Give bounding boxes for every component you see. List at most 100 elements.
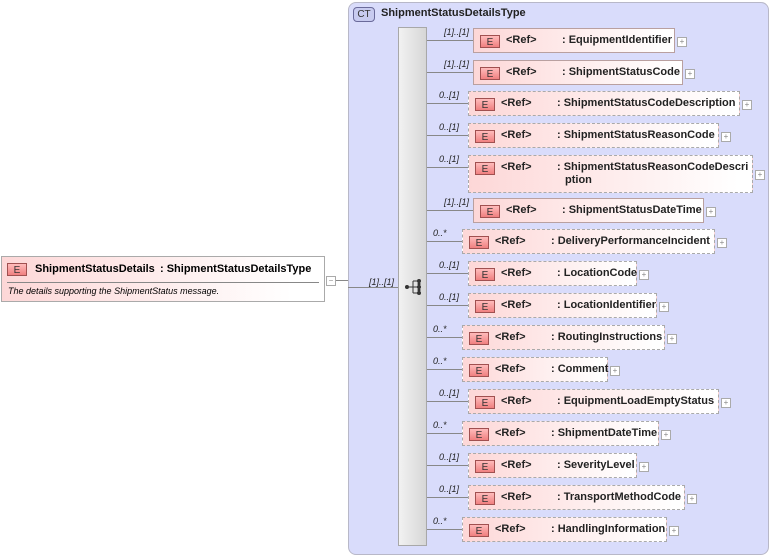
connector bbox=[427, 273, 468, 274]
element-name: : ShipmentStatusCode bbox=[562, 66, 680, 78]
child-element[interactable]: E <Ref> : LocationIdentifier bbox=[468, 293, 657, 318]
child-element[interactable]: E <Ref> : ShipmentStatusDateTime bbox=[473, 198, 704, 223]
cardinality: [1]..[1] bbox=[444, 197, 470, 207]
cardinality: 0..[1] bbox=[439, 260, 460, 270]
child-element[interactable]: E <Ref> : ShipmentStatusReasonCodeDescri… bbox=[468, 155, 753, 193]
element-badge: E bbox=[469, 332, 489, 345]
expand-icon[interactable]: + bbox=[717, 237, 727, 248]
root-cardinality: [1]..[1] bbox=[369, 277, 395, 287]
connector bbox=[427, 103, 468, 104]
child-element[interactable]: E <Ref> : HandlingInformation bbox=[462, 517, 667, 542]
root-element-name: ShipmentStatusDetails bbox=[35, 263, 155, 275]
element-badge: E bbox=[475, 268, 495, 281]
element-badge: E bbox=[480, 35, 500, 48]
child-element[interactable]: E <Ref> : TransportMethodCode bbox=[468, 485, 685, 510]
element-badge: E bbox=[475, 460, 495, 473]
expand-icon[interactable]: + bbox=[755, 170, 765, 180]
element-name: : HandlingInformation bbox=[551, 523, 666, 535]
element-name: : ShipmentStatusCodeDescription bbox=[557, 97, 736, 109]
expand-icon[interactable]: + bbox=[659, 301, 669, 312]
cardinality: 0..[1] bbox=[439, 154, 460, 164]
child-element[interactable]: E <Ref> : SeverityLevel bbox=[468, 453, 637, 478]
connector bbox=[427, 369, 462, 370]
element-name: : ShipmentStatusDateTime bbox=[562, 204, 702, 216]
divider bbox=[7, 282, 319, 283]
ref-label: <Ref> bbox=[501, 395, 532, 407]
element-badge: E bbox=[469, 428, 489, 441]
ref-label: <Ref> bbox=[506, 204, 537, 216]
child-element[interactable]: E <Ref> : RoutingInstructions bbox=[462, 325, 665, 350]
element-name: : ShipmentStatusReasonCode bbox=[557, 129, 715, 141]
root-element-type: : ShipmentStatusDetailsType bbox=[160, 263, 312, 275]
complex-type-badge: CT bbox=[353, 7, 375, 22]
ref-label: <Ref> bbox=[501, 97, 532, 109]
connector bbox=[336, 280, 348, 281]
element-name: : TransportMethodCode bbox=[557, 491, 682, 503]
connector bbox=[427, 167, 468, 168]
child-element[interactable]: E <Ref> : ShipmentDateTime bbox=[462, 421, 659, 446]
ref-label: <Ref> bbox=[495, 427, 526, 439]
child-element[interactable]: E <Ref> : LocationCode bbox=[468, 261, 637, 286]
child-element[interactable]: E <Ref> : ShipmentStatusCode bbox=[473, 60, 683, 85]
ref-label: <Ref> bbox=[495, 331, 526, 343]
expand-icon[interactable]: + bbox=[667, 333, 677, 344]
connector bbox=[427, 40, 473, 41]
expand-icon[interactable]: + bbox=[742, 99, 752, 110]
connector bbox=[427, 401, 468, 402]
element-badge: E bbox=[480, 67, 500, 80]
expand-icon[interactable]: + bbox=[661, 429, 671, 440]
child-element[interactable]: E <Ref> : EquipmentLoadEmptyStatus bbox=[468, 389, 719, 414]
ref-label: <Ref> bbox=[501, 459, 532, 471]
cardinality: 0..* bbox=[433, 228, 447, 238]
expand-icon[interactable]: + bbox=[677, 36, 687, 47]
cardinality: 0..[1] bbox=[439, 122, 460, 132]
element-name: : ShipmentStatusReasonCodeDescri bbox=[557, 161, 749, 173]
collapse-icon[interactable]: − bbox=[326, 276, 336, 286]
element-badge: E bbox=[475, 162, 495, 175]
ref-label: <Ref> bbox=[506, 34, 537, 46]
ref-label: <Ref> bbox=[501, 299, 532, 311]
expand-icon[interactable]: + bbox=[639, 269, 649, 280]
child-element[interactable]: E <Ref> : ShipmentStatusCodeDescription bbox=[468, 91, 740, 116]
sequence-icon bbox=[405, 279, 421, 295]
complex-type-title: ShipmentStatusDetailsType bbox=[381, 7, 526, 19]
element-badge: E bbox=[475, 300, 495, 313]
element-name: : RoutingInstructions bbox=[551, 331, 663, 343]
element-name: : LocationIdentifier bbox=[557, 299, 656, 311]
child-element[interactable]: E <Ref> : ShipmentStatusReasonCode bbox=[468, 123, 719, 148]
expand-icon[interactable]: + bbox=[610, 365, 620, 376]
element-badge: E bbox=[469, 236, 489, 249]
root-element[interactable]: E ShipmentStatusDetails : ShipmentStatus… bbox=[1, 256, 325, 302]
element-name: : EquipmentIdentifier bbox=[562, 34, 672, 46]
element-name: : LocationCode bbox=[557, 267, 638, 279]
element-badge: E bbox=[475, 130, 495, 143]
ref-label: <Ref> bbox=[495, 363, 526, 375]
element-name: : DeliveryPerformanceIncident bbox=[551, 235, 710, 247]
child-element[interactable]: E <Ref> : EquipmentIdentifier bbox=[473, 28, 675, 53]
child-element[interactable]: E <Ref> : Comment bbox=[462, 357, 608, 382]
ref-label: <Ref> bbox=[501, 129, 532, 141]
cardinality: 0..[1] bbox=[439, 484, 460, 494]
expand-icon[interactable]: + bbox=[669, 525, 679, 536]
connector bbox=[427, 337, 462, 338]
connector bbox=[427, 529, 462, 530]
element-badge: E bbox=[480, 205, 500, 218]
cardinality: 0..[1] bbox=[439, 452, 460, 462]
cardinality: 0..[1] bbox=[439, 388, 460, 398]
ref-label: <Ref> bbox=[501, 161, 532, 173]
expand-icon[interactable]: + bbox=[639, 461, 649, 472]
cardinality: 0..* bbox=[433, 324, 447, 334]
expand-icon[interactable]: + bbox=[721, 397, 731, 408]
element-name-wrap: ption bbox=[565, 174, 592, 186]
expand-icon[interactable]: + bbox=[685, 68, 695, 79]
element-name: : SeverityLevel bbox=[557, 459, 635, 471]
ref-label: <Ref> bbox=[495, 235, 526, 247]
element-name: : ShipmentDateTime bbox=[551, 427, 658, 439]
element-badge: E bbox=[475, 98, 495, 111]
expand-icon[interactable]: + bbox=[721, 131, 731, 142]
child-element[interactable]: E <Ref> : DeliveryPerformanceIncident bbox=[462, 229, 715, 254]
expand-icon[interactable]: + bbox=[706, 206, 716, 217]
ref-label: <Ref> bbox=[501, 491, 532, 503]
expand-icon[interactable]: + bbox=[687, 493, 697, 504]
ref-label: <Ref> bbox=[501, 267, 532, 279]
